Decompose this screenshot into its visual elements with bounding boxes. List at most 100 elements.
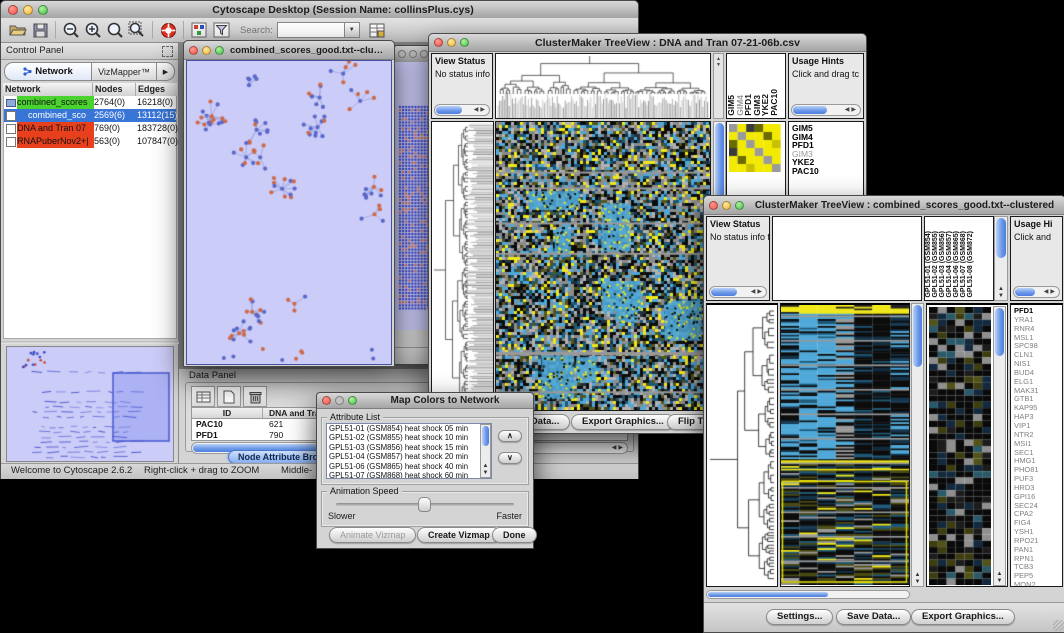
save-data-button[interactable]: Save Data... [836,609,911,625]
usage-hints-hscrollbar[interactable]: ◀▶ [1013,286,1060,298]
tab-network[interactable]: Network [4,62,92,81]
column-label[interactable]: GPL51-01 (GSM854) [925,231,932,298]
attribute-item[interactable]: GPL51-02 (GSM855) heat shock 10 min [327,433,491,442]
treeview1-titlebar[interactable]: ClusterMaker TreeView : DNA and Tran 07-… [429,34,866,52]
attribute-item[interactable]: GPL51-03 (GSM856) heat shock 15 min [327,443,491,452]
scrollbar-arrows[interactable]: ◀▶ [612,443,625,453]
column-network[interactable]: Network [3,83,93,96]
treeview1-row-dendrogram[interactable] [431,121,494,411]
scrollbar-thumb[interactable] [913,305,922,367]
export-graphics-button[interactable]: Export Graphics... [571,414,675,430]
treeview1-column-dendrogram[interactable] [495,53,711,119]
animate-vizmap-button[interactable]: Animate Vizmap [329,527,416,543]
close-icon[interactable] [189,46,198,55]
scrollbar-arrows[interactable]: ◀▶ [474,105,487,115]
close-icon[interactable] [322,396,331,405]
scrollbar-thumb[interactable] [436,106,462,114]
scrollbar-thumb[interactable] [711,288,737,296]
scrollbar-arrows[interactable]: ▲▼ [481,463,490,477]
heatmap-canvas[interactable] [496,122,710,410]
scrollbar-arrows[interactable]: ◀▶ [751,287,764,297]
minimize-icon[interactable] [409,50,417,58]
zoom-in-icon[interactable] [82,20,104,40]
secondary-heatmap-canvas[interactable] [929,307,991,585]
save-icon[interactable] [29,20,51,40]
help-lifebuoy-icon[interactable] [157,20,179,40]
network-table-row[interactable]: RNAPuberNov2+| 563(0) 107847(0) [4,135,176,148]
scrollbar-thumb[interactable] [1015,288,1035,296]
delete-attribute-trash-icon[interactable] [243,386,267,407]
column-label[interactable]: GPL51-08 (GSM872) [967,231,974,298]
scrollbar-thumb[interactable] [708,592,828,597]
treeview1-corner-scroll[interactable]: ▲▼ [713,53,724,119]
column-edges[interactable]: Edges [136,83,177,96]
search-dropdown-icon[interactable]: ▼ [345,22,360,38]
treeview2-hscrollbar[interactable] [706,590,910,599]
column-label[interactable]: GPL51-07 (GSM868) [960,231,967,298]
attribute-select-icon[interactable] [191,386,215,407]
dialog-titlebar[interactable]: Map Colors to Network [317,393,533,409]
scrollbar-arrows[interactable]: ▲▼ [995,286,1007,300]
done-button[interactable]: Done [492,527,537,543]
close-icon[interactable] [8,5,18,15]
scrollbar-thumb[interactable] [996,218,1006,258]
row-dendrogram-canvas[interactable] [432,122,493,410]
attribute-item[interactable]: GPL51-07 (GSM868) heat shock 60 min [327,471,491,479]
network-overview-canvas[interactable] [6,346,174,462]
treeview2-col-labels-vscrollbar[interactable]: ▲▼ [994,216,1008,301]
treeview1-heatmap[interactable] [495,121,711,411]
scrollbar-arrows[interactable]: ◀▶ [845,105,858,115]
settings-button[interactable]: Settings... [766,609,833,625]
heatmap-canvas[interactable] [781,305,909,585]
network-table-row[interactable]: combined_scores 2764(0) 16218(0) [4,96,176,109]
zoom-window-icon[interactable] [348,396,357,405]
treeview2-vscrollbar[interactable]: ▲▼ [911,303,924,587]
network-window-1-titlebar[interactable]: combined_scores_good.txt--cluste... [184,41,394,60]
secondary-heatmap-vscrollbar[interactable]: ▲▼ [993,306,1006,586]
main-titlebar[interactable]: Cytoscape Desktop (Session Name: collins… [1,1,638,19]
zoom-window-icon[interactable] [735,201,744,210]
row-dendrogram-canvas[interactable] [707,305,777,585]
minimize-icon[interactable] [23,5,33,15]
close-icon[interactable] [434,38,443,47]
speed-slider-thumb[interactable] [418,497,431,512]
gene-label[interactable]: PAC10 [792,167,863,176]
tab-vizmapper[interactable]: VizMapper™ [92,62,157,81]
attribute-item[interactable]: GPL51-06 (GSM865) heat shock 40 min [327,462,491,471]
view-status-hscrollbar[interactable]: ◀▶ [709,286,767,298]
attribute-item[interactable]: GPL51-01 (GSM854) heat shock 05 min [327,424,491,433]
column-nodes[interactable]: Nodes [93,83,136,96]
usage-hints-hscrollbar[interactable]: ◀▶ [791,104,861,116]
scrollbar-thumb[interactable] [995,308,1004,356]
network-view-1-canvas[interactable] [186,60,392,365]
network-table-row[interactable]: DNA and Tran 07 769(0) 183728(0) [4,122,176,135]
close-icon[interactable] [398,50,406,58]
float-panel-icon[interactable] [162,46,173,57]
resize-grip[interactable] [1053,620,1064,631]
scrollbar-arrows[interactable]: ◀▶ [1044,287,1057,297]
treeview2-heatmap[interactable] [780,303,910,587]
minimize-icon[interactable] [335,396,344,405]
attribute-item[interactable]: GPL51-04 (GSM857) heat shock 20 min [327,452,491,461]
selection-heatmap-canvas[interactable] [729,124,781,172]
minimize-icon[interactable] [722,201,731,210]
scrollbar-arrows[interactable]: ▲▼ [912,572,923,586]
filter-icon[interactable] [210,20,232,40]
treeview2-column-dendrogram-area[interactable] [772,216,922,301]
treeview2-secondary-heatmap-panel[interactable]: ▲▼ [926,303,1008,587]
attribute-list-vscrollbar[interactable]: ▲▼ [480,424,491,478]
column-label[interactable]: GPL51-02 (GSM855) [932,231,939,298]
network-table-row[interactable]: combined_sco 2569(6) 13112(15) [4,109,176,122]
open-file-icon[interactable] [7,20,29,40]
zoom-window-icon[interactable] [420,50,428,58]
zoom-out-icon[interactable] [60,20,82,40]
tab-overflow-button[interactable]: ▶ [157,62,175,81]
export-graphics-button[interactable]: Export Graphics... [911,609,1015,625]
minimize-icon[interactable] [447,38,456,47]
column-dendrogram-canvas[interactable] [496,54,710,118]
zoom-fit-icon[interactable] [126,20,148,40]
close-icon[interactable] [709,201,718,210]
table-icon[interactable] [366,20,388,40]
column-label[interactable]: PAC10 [770,89,779,116]
zoom-window-icon[interactable] [460,38,469,47]
